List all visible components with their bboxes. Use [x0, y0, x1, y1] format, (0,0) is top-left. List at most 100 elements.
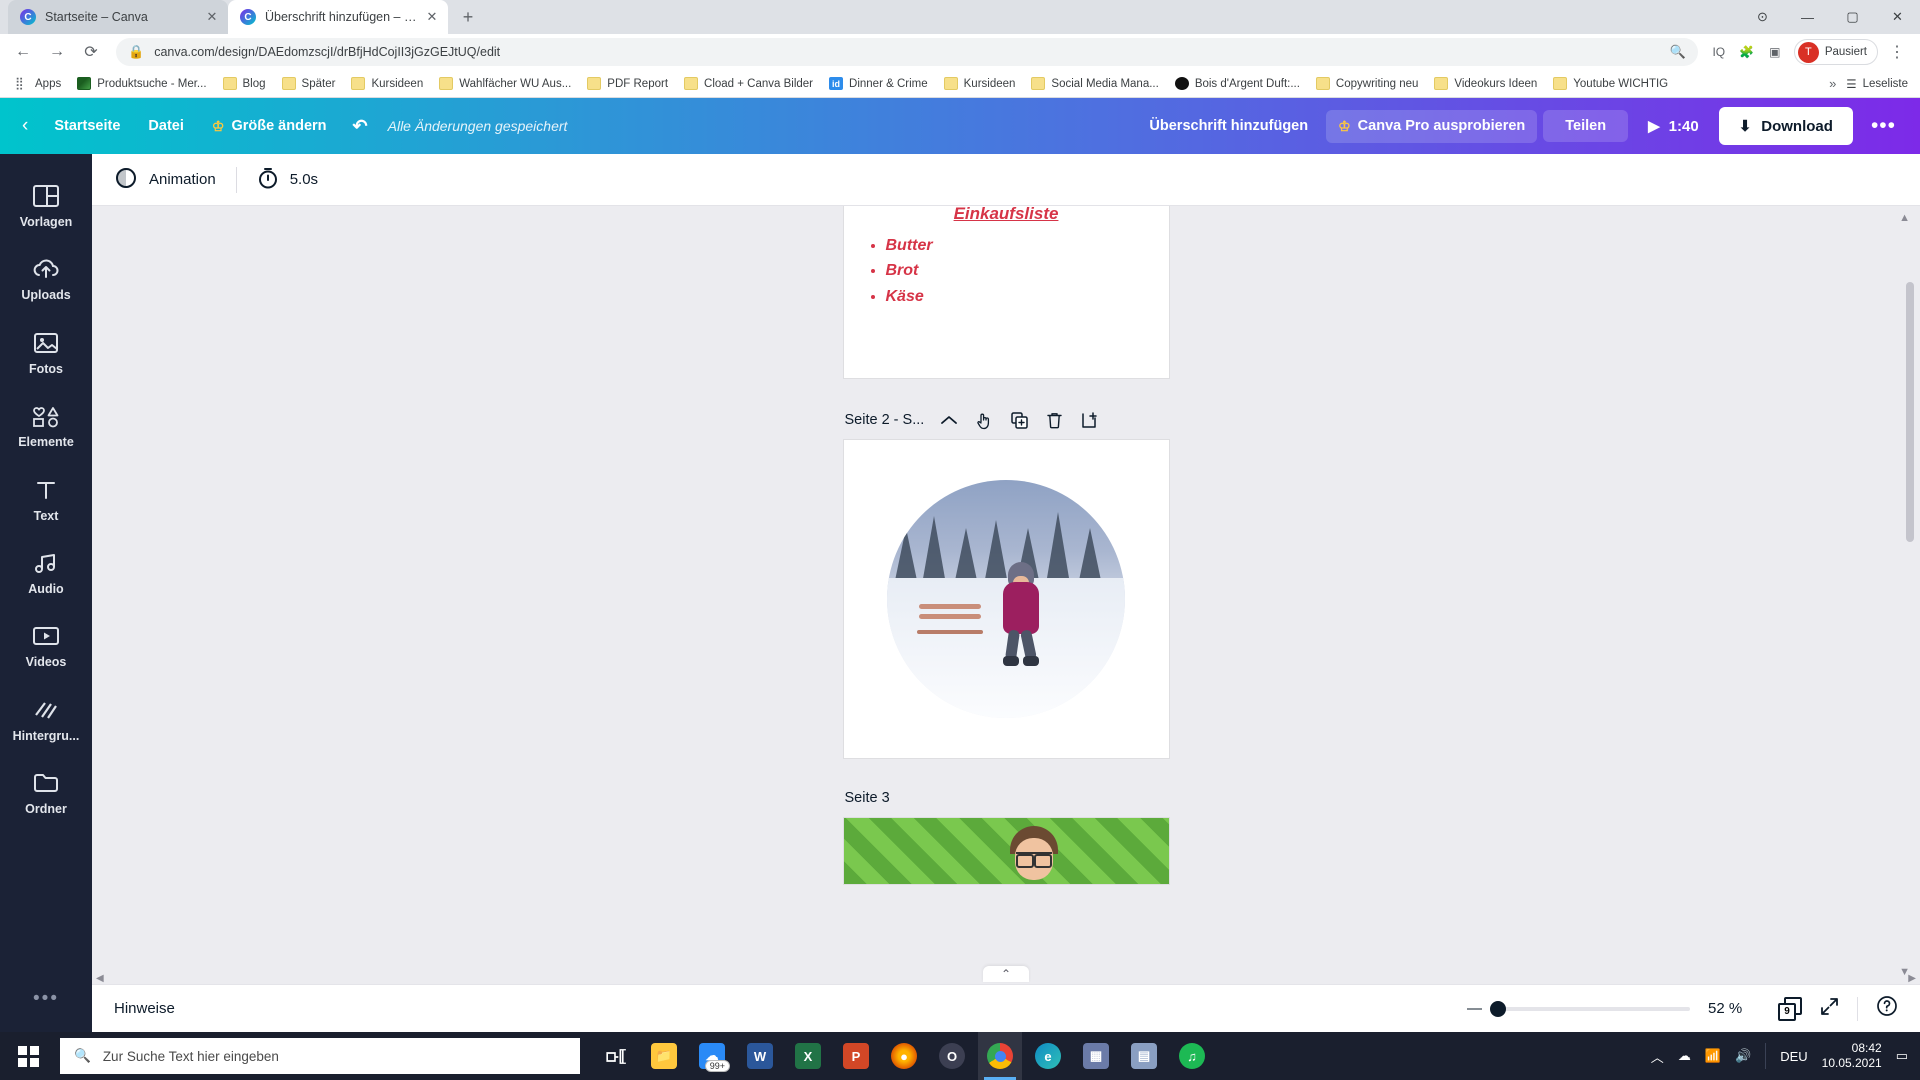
sidebar-item-vorlagen[interactable]: Vorlagen — [0, 168, 92, 241]
page-3-label[interactable]: Seite 3 — [845, 790, 890, 806]
download-button[interactable]: ⬇ Download — [1718, 107, 1853, 145]
spotify-icon[interactable]: ♫ — [1170, 1032, 1214, 1080]
animation-button[interactable]: Animation — [114, 166, 216, 194]
close-icon[interactable]: ✕ — [204, 9, 220, 25]
file-explorer-icon[interactable]: 📁 — [642, 1032, 686, 1080]
delete-page-icon[interactable] — [1044, 410, 1064, 430]
new-tab-button[interactable]: + — [454, 3, 482, 31]
canva-pro-button[interactable]: ♔ Canva Pro ausprobieren — [1326, 109, 1538, 143]
page-3-card[interactable] — [843, 818, 1169, 884]
windows-start-icon[interactable] — [0, 1032, 56, 1080]
browser-tab-2[interactable]: C Überschrift hinzufügen – Logo ✕ — [228, 0, 448, 34]
collapse-panel-button[interactable]: ⌃ — [983, 966, 1029, 982]
close-window-button[interactable]: ✕ — [1875, 0, 1920, 34]
page-1-card[interactable]: Einkaufsliste Butter Brot Käse — [843, 206, 1169, 378]
zoom-out-icon[interactable]: — — [1467, 1000, 1482, 1017]
undo-icon[interactable]: ↶ — [343, 108, 378, 145]
canvas-scrollbar[interactable]: ▲ ▼ — [1899, 212, 1914, 978]
scroll-up-icon[interactable]: ▲ — [1899, 212, 1910, 224]
bookmark-item[interactable]: Produktsuche - Mer... — [70, 74, 213, 93]
zoom-search-icon[interactable]: 🔍 — [1670, 44, 1686, 60]
minimize-button[interactable]: — — [1785, 0, 1830, 34]
onedrive-icon[interactable]: ☁ 99+ — [690, 1032, 734, 1080]
bookmark-item[interactable]: Cload + Canva Bilder — [677, 74, 820, 93]
maximize-button[interactable]: ▢ — [1830, 0, 1875, 34]
opera-icon[interactable]: O — [930, 1032, 974, 1080]
hand-cursor-icon[interactable] — [974, 410, 994, 430]
bookmark-item[interactable]: Videokurs Ideen — [1427, 74, 1544, 93]
page-count-button[interactable]: 9 — [1778, 996, 1802, 1021]
task-view-icon[interactable]: ⟥⟦ — [594, 1032, 638, 1080]
back-to-home-icon[interactable]: ‹ — [12, 109, 38, 143]
present-button[interactable]: ▶ 1:40 — [1634, 109, 1713, 143]
word-icon[interactable]: W — [738, 1032, 782, 1080]
scroll-left-icon[interactable]: ◀ — [92, 973, 108, 984]
share-button[interactable]: Teilen — [1543, 110, 1629, 142]
bookmark-item[interactable]: Bois d'Argent Duft:... — [1168, 74, 1307, 93]
close-icon[interactable]: ✕ — [424, 9, 440, 25]
notes-button[interactable]: Hinweise — [114, 1000, 175, 1017]
zoom-track[interactable] — [1490, 1000, 1690, 1017]
back-icon[interactable]: ← — [8, 37, 38, 67]
sidebar-item-elemente[interactable]: Elemente — [0, 388, 92, 461]
browser-menu-icon[interactable]: ⋮ — [1882, 37, 1912, 67]
home-button[interactable]: Startseite — [42, 110, 132, 142]
bookmark-item[interactable]: Social Media Mana... — [1024, 74, 1165, 93]
help-icon[interactable] — [1876, 995, 1898, 1022]
sidebar-item-text[interactable]: Text — [0, 462, 92, 535]
photos-icon[interactable]: ▦ — [1074, 1032, 1118, 1080]
page-2-label[interactable]: Seite 2 - S... — [845, 412, 925, 428]
iq-extension-icon[interactable]: IQ — [1708, 41, 1730, 63]
firefox-icon[interactable]: ● — [882, 1032, 926, 1080]
sidebar-item-ordner[interactable]: Ordner — [0, 755, 92, 828]
duration-button[interactable]: 5.0s — [257, 167, 318, 193]
browser-tab-1[interactable]: C Startseite – Canva ✕ — [8, 0, 228, 34]
tray-chevron-icon[interactable]: ︿ — [1651, 1047, 1664, 1066]
add-page-icon[interactable] — [1079, 410, 1099, 430]
settings-dot-icon[interactable]: ⊙ — [1740, 0, 1785, 34]
bookmark-apps[interactable]: ⣿ Apps — [8, 74, 68, 93]
resize-button[interactable]: ♔ Größe ändern — [200, 110, 339, 143]
powerpoint-icon[interactable]: P — [834, 1032, 878, 1080]
forward-icon[interactable]: → — [42, 37, 72, 67]
address-bar[interactable]: 🔒 canva.com/design/DAEdomzscjI/drBfjHdCo… — [116, 38, 1698, 66]
sidebar-item-audio[interactable]: Audio — [0, 535, 92, 608]
bookmarks-overflow-button[interactable]: » — [1821, 76, 1844, 91]
scrollbar-thumb[interactable] — [1906, 282, 1914, 542]
onedrive-tray-icon[interactable]: ☁ — [1678, 1048, 1691, 1064]
edge-icon[interactable]: e — [1026, 1032, 1070, 1080]
bookmark-item[interactable]: Youtube WICHTIG — [1546, 74, 1675, 93]
volume-icon[interactable]: 🔊 — [1735, 1048, 1751, 1064]
network-icon[interactable]: 📶 — [1705, 1048, 1721, 1064]
duplicate-page-icon[interactable] — [1009, 410, 1029, 430]
reload-icon[interactable]: ⟳ — [76, 37, 106, 67]
file-menu-button[interactable]: Datei — [136, 110, 195, 142]
bookmark-item[interactable]: Copywriting neu — [1309, 74, 1425, 93]
language-indicator[interactable]: DEU — [1780, 1049, 1807, 1064]
taskbar-search-input[interactable]: 🔍 Zur Suche Text hier eingeben — [60, 1038, 580, 1074]
sidebar-more-icon[interactable]: ••• — [33, 988, 59, 1010]
canvas-scroll-area[interactable]: Einkaufsliste Butter Brot Käse Seite 2 -… — [92, 206, 1920, 984]
profile-button[interactable]: T Pausiert — [1793, 39, 1878, 65]
page-2-card[interactable] — [843, 440, 1169, 758]
bookmark-item[interactable]: Später — [275, 74, 343, 93]
puzzle-extension-icon[interactable]: 🧩 — [1736, 41, 1758, 63]
bookmark-item[interactable]: Kursideen — [344, 74, 430, 93]
collapse-chevron-icon[interactable] — [939, 410, 959, 430]
store-icon[interactable]: ▤ — [1122, 1032, 1166, 1080]
zoom-knob[interactable] — [1490, 1000, 1506, 1017]
bookmark-item[interactable]: id Dinner & Crime — [822, 74, 935, 93]
design-title[interactable]: Überschrift hinzufügen — [1137, 110, 1320, 142]
clock[interactable]: 08:42 10.05.2021 — [1822, 1041, 1882, 1071]
notification-center-icon[interactable]: ▭ — [1896, 1048, 1908, 1064]
expand-icon[interactable] — [1820, 997, 1839, 1021]
sidebar-item-fotos[interactable]: Fotos — [0, 315, 92, 388]
bookmark-item[interactable]: PDF Report — [580, 74, 675, 93]
bookmark-item[interactable]: Wahlfächer WU Aus... — [432, 74, 578, 93]
sidebar-item-uploads[interactable]: Uploads — [0, 241, 92, 314]
sidebar-item-hintergrund[interactable]: Hintergru... — [0, 682, 92, 755]
excel-icon[interactable]: X — [786, 1032, 830, 1080]
reading-list-button[interactable]: ☰ Leseliste — [1846, 77, 1912, 91]
bookmark-item[interactable]: Blog — [216, 74, 273, 93]
chrome-icon[interactable] — [978, 1032, 1022, 1080]
